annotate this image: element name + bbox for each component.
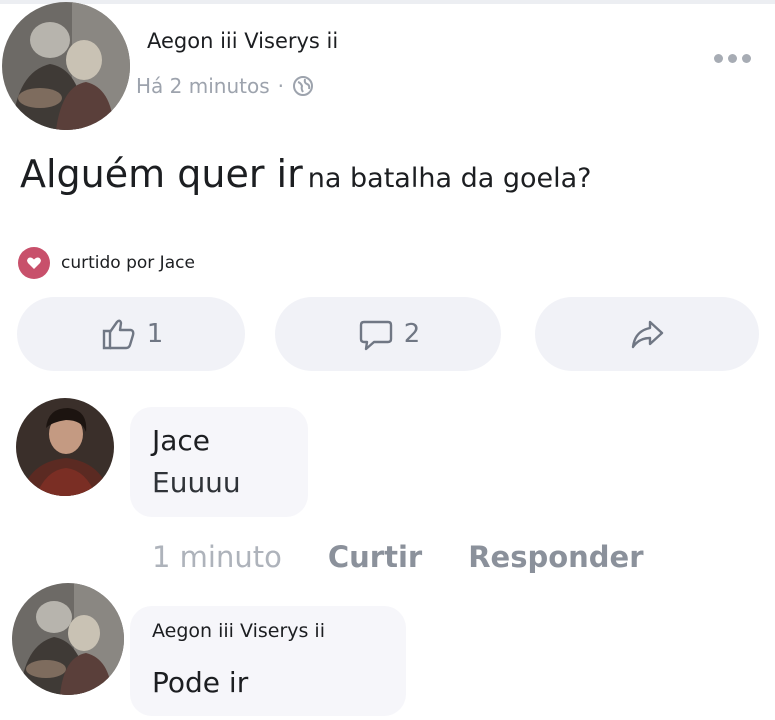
liked-by-text: curtido por Jace xyxy=(61,253,195,273)
post-time[interactable]: Há 2 minutos xyxy=(136,74,270,98)
post-author-avatar[interactable] xyxy=(2,2,130,130)
share-button[interactable] xyxy=(535,297,759,371)
comment-reply-button[interactable]: Responder xyxy=(468,540,643,574)
like-count: 1 xyxy=(146,319,164,349)
comment-author-name[interactable]: Aegon iii Viserys ii xyxy=(152,620,325,642)
comment-like-button[interactable]: Curtir xyxy=(328,540,422,574)
post-text-part1: Alguém quer ir xyxy=(20,152,303,196)
post-text: Alguém quer ir na batalha da goela? xyxy=(20,152,592,196)
like-button[interactable]: 1 xyxy=(17,297,245,371)
comment-actions: 1 minuto Curtir Responder xyxy=(152,540,644,574)
comment-author-name[interactable]: Jace xyxy=(152,424,210,457)
top-divider xyxy=(0,0,775,4)
comment-time[interactable]: 1 minuto xyxy=(152,540,282,574)
comment-count: 2 xyxy=(403,319,421,349)
meta-separator: · xyxy=(277,74,284,98)
share-icon xyxy=(631,320,664,349)
comment-author-avatar[interactable] xyxy=(16,398,114,496)
comment-button[interactable]: 2 xyxy=(275,297,501,371)
comment-author-avatar[interactable] xyxy=(12,583,124,695)
comment-icon xyxy=(359,320,392,351)
post-author-name[interactable]: Aegon iii Viserys ii xyxy=(147,29,338,53)
globe-icon xyxy=(292,75,314,97)
thumbs-up-icon xyxy=(102,319,135,350)
post-text-part2: na batalha da goela? xyxy=(307,163,592,194)
comment-text: Pode ir xyxy=(152,666,249,699)
comment-text: Euuuu xyxy=(152,466,241,499)
post-meta: Há 2 minutos · xyxy=(136,74,314,98)
heart-icon xyxy=(18,247,50,279)
reaction-summary[interactable]: curtido por Jace xyxy=(18,247,195,279)
facebook-post-screenshot: Aegon iii Viserys ii Há 2 minutos · Algu… xyxy=(0,0,775,720)
more-options-icon[interactable] xyxy=(714,51,756,65)
